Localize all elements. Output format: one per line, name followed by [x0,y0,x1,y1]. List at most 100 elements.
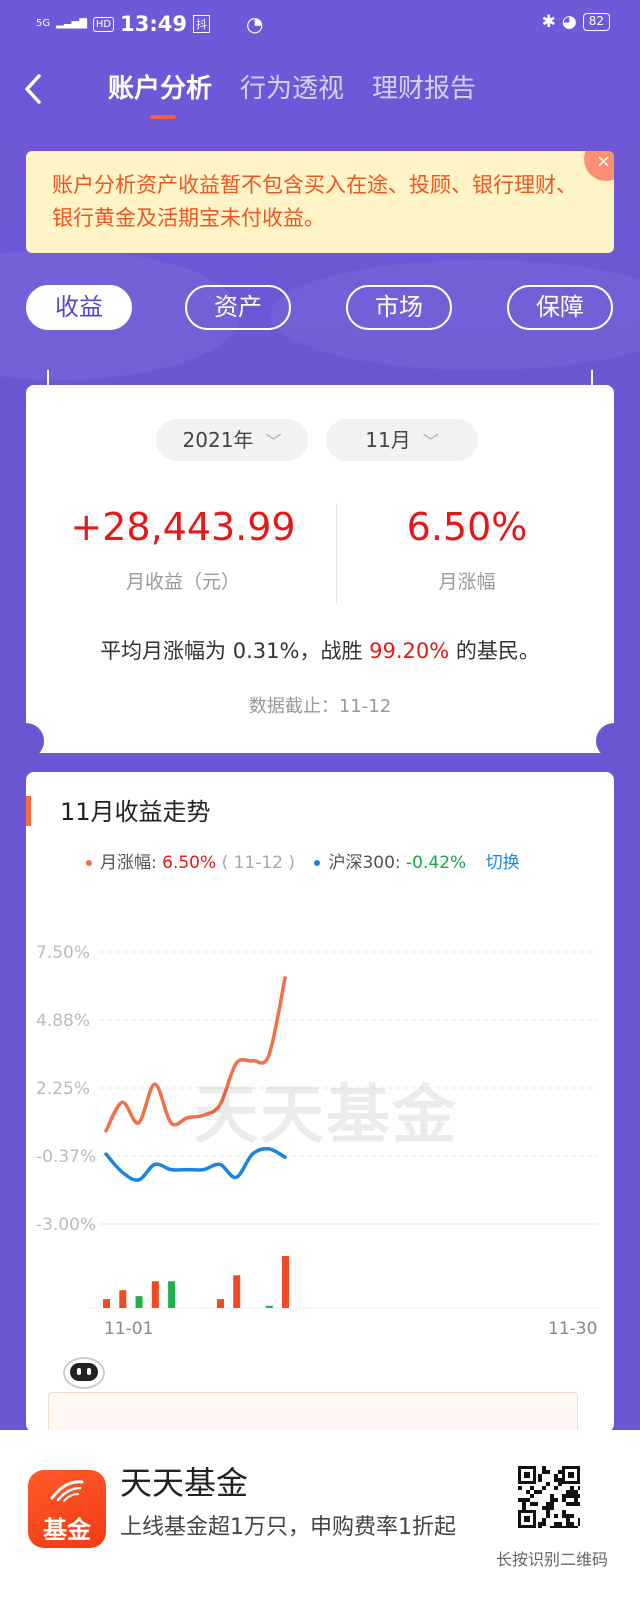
qr-module [566,1526,570,1528]
monthly-profit-label: 月收益（元） [125,571,240,593]
qr-module [546,1482,550,1486]
qr-module [542,1466,546,1470]
app-notification-icon: 抖 [192,15,210,33]
qr-module [558,1482,562,1486]
qr-module [550,1502,554,1506]
swirl-icon [50,1480,84,1502]
notification-icon: ◔ [245,12,264,36]
daily-bar [135,1296,143,1308]
tab-account-analysis[interactable]: 账户分析 [108,72,213,119]
year-select[interactable]: 2021年 ﹀ [156,419,308,461]
daily-bar [265,1305,273,1308]
switch-button[interactable]: 切换 [486,853,520,873]
qr-caption: 长按识别二维码 [495,1550,608,1569]
qr-module [538,1490,542,1494]
qr-module [558,1470,562,1474]
segment-profit[interactable]: 收益 [26,285,132,330]
qr-module [518,1498,522,1502]
qr-module [562,1514,566,1518]
qr-module [570,1494,574,1498]
daily-bar [216,1299,224,1308]
qr-module [578,1522,580,1526]
qr-module [558,1526,562,1528]
qr-module [554,1514,558,1518]
chevron-down-icon: ﹀ [422,432,439,451]
tab-label: 理财报告 [372,74,477,104]
avg-suffix: 的基民。 [455,639,540,663]
qr-module [546,1510,550,1514]
qr-module [574,1502,578,1506]
top-navigation: 账户分析 行为透视 理财报告 [0,66,640,119]
notice-close-button[interactable]: × [584,151,614,181]
data-as-of: 数据截止：11-12 [248,696,392,717]
beat-percentage: 99.20% [369,639,450,663]
qr-module [522,1506,526,1510]
daily-bar [103,1299,110,1308]
segment-market[interactable]: 市场 [346,285,452,330]
chevron-down-icon: ﹀ [265,432,282,451]
back-button[interactable] [22,72,52,108]
active-tab-indicator [150,115,176,119]
card-notch [596,723,632,759]
y-tick-label: 7.50% [36,943,90,963]
qr-module [562,1526,566,1528]
qr-module [570,1502,574,1506]
qr-module [566,1522,570,1526]
nav-tabs: 账户分析 行为透视 理财报告 [108,72,476,119]
qr-module [562,1494,566,1498]
qr-module [526,1498,530,1502]
qr-module [542,1518,546,1522]
qr-module [554,1526,558,1528]
month-select[interactable]: 11月 ﹀ [326,419,478,461]
daily-bar [282,1256,290,1308]
robot-assistant-icon[interactable] [62,1354,106,1390]
qr-module [570,1522,574,1526]
section-accent-bar [26,796,31,826]
app-logo: 基金 [28,1470,106,1548]
y-tick-label: -0.37% [36,1147,96,1167]
qr-module [550,1498,554,1502]
qr-module [574,1526,578,1528]
app-name: 天天基金 [120,1464,249,1502]
qr-module [542,1506,546,1510]
qr-code-icon[interactable] [518,1466,580,1528]
tab-label: 行为透视 [240,74,345,104]
tab-behavior-insight[interactable]: 行为透视 [240,72,344,106]
qr-module [578,1518,580,1522]
monthly-profit-value: +28,443.99 [70,505,296,549]
qr-module [530,1502,534,1506]
signal-icon: ▂▃▅▇ [56,18,87,29]
qr-module [570,1490,574,1494]
x-tick-label: 11-01 [104,1319,153,1339]
qr-module [542,1470,546,1474]
legend-dot-icon [86,860,92,866]
qr-module [558,1478,562,1482]
qr-module [574,1498,578,1502]
x-tick-label: 11-30 [548,1319,597,1339]
status-left: 5G ▂▃▅▇ HD 13:49 抖 ◔ [36,12,263,36]
legend-a-value: 6.50% [162,853,217,873]
y-tick-label: 4.88% [36,1011,90,1031]
average-comparison-text: 平均月涨幅为 0.31%，战胜 99.20% 的基民。 [26,635,614,665]
segment-assets[interactable]: 资产 [185,285,291,330]
segment-protection[interactable]: 保障 [507,285,613,330]
legend-b-label: 沪深300: [328,853,401,873]
bluetooth-icon: ✱ [541,12,556,32]
tab-wealth-report[interactable]: 理财报告 [372,72,476,106]
legend-dot-icon [314,860,321,866]
tab-label: 账户分析 [108,74,213,104]
avg-mid: ，战胜 [299,639,363,663]
qr-module [550,1494,554,1498]
daily-bar [119,1290,127,1308]
qr-module [558,1522,562,1526]
qr-module [530,1486,534,1490]
promo-strip [48,1392,578,1432]
y-tick-label: -3.00% [36,1215,96,1235]
qr-module [568,1472,574,1478]
qr-module [578,1486,580,1490]
daily-bar [233,1275,241,1308]
qr-module [554,1486,558,1490]
period-selectors: 2021年 ﹀ 11月 ﹀ [156,419,478,461]
qr-module [542,1486,546,1490]
qr-module [554,1474,558,1478]
